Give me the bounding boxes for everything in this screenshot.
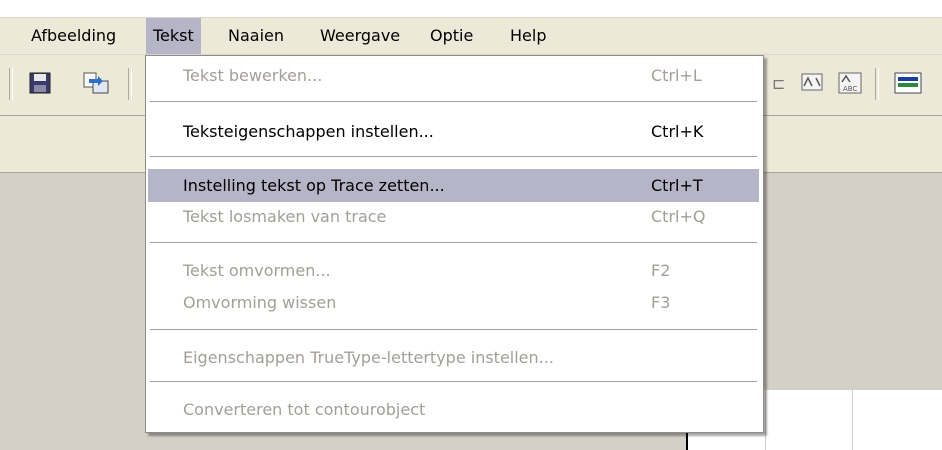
- menu-help[interactable]: Help: [503, 18, 553, 54]
- menu-separator: [150, 101, 757, 102]
- menu-optie[interactable]: Optie: [423, 18, 480, 54]
- menu-afbeelding[interactable]: Afbeelding: [24, 18, 123, 54]
- svg-text:ABC: ABC: [843, 85, 857, 93]
- menuitem-instelling-tekst-op-trace[interactable]: Instelling tekst op Trace zetten... Ctrl…: [148, 169, 759, 202]
- menu-bar: Afbeelding Tekst Naaien Weergave Optie H…: [0, 18, 942, 55]
- import-icon[interactable]: [80, 67, 112, 99]
- menuitem-tekst-bewerken[interactable]: Tekst bewerken... Ctrl+L: [148, 59, 759, 92]
- word-art-icon[interactable]: [796, 67, 828, 99]
- menu-separator: [150, 156, 757, 157]
- grid-line: [852, 390, 853, 450]
- menu-weergave[interactable]: Weergave: [313, 18, 407, 54]
- menuitem-omvorming-wissen[interactable]: Omvorming wissen F3: [148, 286, 759, 319]
- title-strip: [0, 0, 942, 18]
- menu-separator: [150, 329, 757, 330]
- tekst-dropdown-menu: Tekst bewerken... Ctrl+L Teksteigenschap…: [145, 55, 764, 433]
- menuitem-tekst-losmaken[interactable]: Tekst losmaken van trace Ctrl+Q: [148, 200, 759, 233]
- save-icon[interactable]: [24, 67, 56, 99]
- toolbar-separator: [875, 68, 879, 100]
- menuitem-teksteigenschappen-instellen[interactable]: Teksteigenschappen instellen... Ctrl+K: [148, 115, 759, 148]
- menuitem-truetype-eigenschappen[interactable]: Eigenschappen TrueType-lettertype instel…: [148, 341, 759, 374]
- color-bar-icon[interactable]: [892, 67, 924, 99]
- menu-naaien[interactable]: Naaien: [221, 18, 291, 54]
- toolbar-separator: [9, 68, 13, 100]
- svg-text:⊏: ⊏: [772, 74, 785, 93]
- toolbar-separator: [128, 68, 132, 100]
- grid-line: [765, 390, 766, 450]
- menu-separator: [150, 381, 757, 382]
- menu-tekst[interactable]: Tekst: [146, 18, 201, 54]
- menuitem-tekst-omvormen[interactable]: Tekst omvormen... F2: [148, 254, 759, 287]
- abc-text-icon[interactable]: ABC: [834, 67, 866, 99]
- menu-separator: [150, 242, 757, 243]
- menuitem-converteren-contourobject[interactable]: Converteren tot contourobject: [148, 393, 759, 426]
